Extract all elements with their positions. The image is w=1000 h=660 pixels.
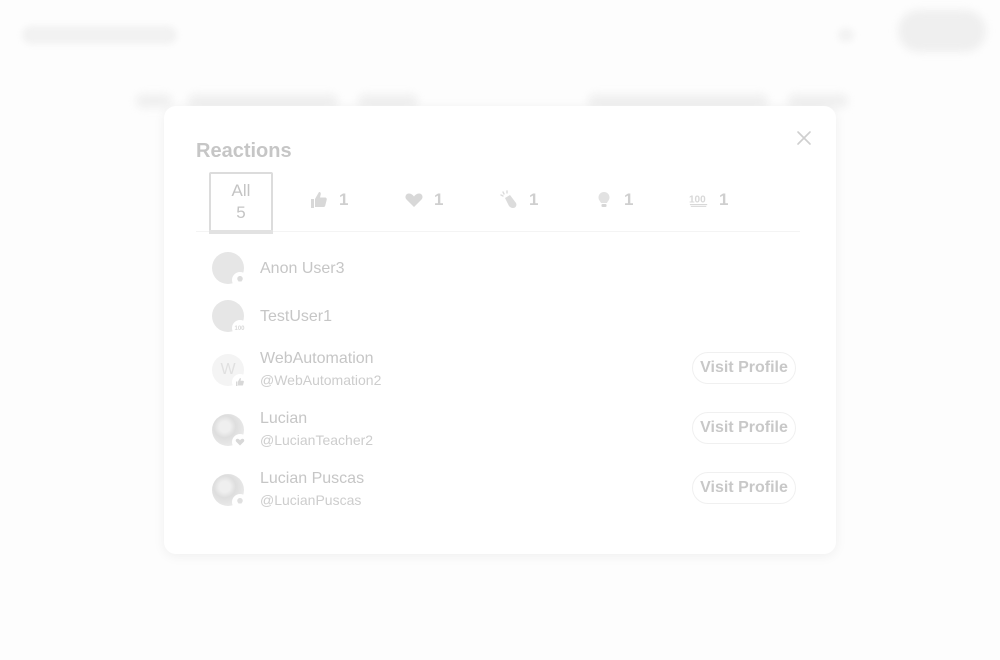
user-handle: @LucianTeacher2 (260, 432, 374, 448)
tab-all-label: All (231, 181, 251, 200)
reactions-modal: Reactions All 5 1 1 1 1 100 1 Anon User3… (164, 106, 836, 554)
user-name[interactable]: TestUser1 (260, 308, 332, 326)
tab-clapping-count: 1 (529, 190, 539, 209)
svg-text:100: 100 (235, 326, 246, 332)
list-item: Lucian @LucianTeacher2 Visit Profile (210, 410, 800, 454)
tab-lightbulb-count: 1 (624, 190, 634, 209)
tab-thumbs-up-count: 1 (339, 190, 349, 209)
user-name[interactable]: Anon User3 (260, 260, 345, 278)
heart-icon (232, 434, 248, 450)
user-handle: @LucianPuscas (260, 492, 362, 508)
visit-profile-button[interactable]: Visit Profile (692, 472, 796, 504)
close-icon (797, 131, 811, 145)
hundred-points-icon: 100 (689, 190, 709, 210)
hundred-points-icon: 100 (232, 320, 248, 336)
avatar[interactable]: W (212, 354, 248, 390)
avatar[interactable]: 100 (212, 300, 248, 336)
background-logo (22, 26, 177, 44)
user-name[interactable]: Lucian Puscas (260, 470, 364, 488)
user-name[interactable]: WebAutomation (260, 350, 374, 368)
heart-icon (404, 190, 424, 210)
avatar[interactable] (212, 474, 248, 510)
tab-heart-count: 1 (434, 190, 444, 209)
user-name[interactable]: Lucian (260, 410, 307, 428)
avatar[interactable] (212, 414, 248, 450)
thumbs-up-icon (232, 374, 248, 390)
user-handle: @WebAutomation2 (260, 372, 382, 388)
tab-clapping[interactable]: 1 (499, 170, 538, 230)
lightbulb-icon (232, 494, 248, 510)
tab-hundred-count: 1 (719, 190, 729, 209)
list-item: Anon User3 (210, 248, 800, 292)
visit-profile-button[interactable]: Visit Profile (692, 352, 796, 384)
background-button (898, 10, 986, 52)
clapping-hands-icon (499, 190, 519, 210)
list-item: Lucian Puscas @LucianPuscas Visit Profil… (210, 470, 800, 514)
reaction-tabs: All 5 1 1 1 1 100 1 (196, 170, 800, 234)
tab-heart[interactable]: 1 (404, 170, 443, 230)
list-item: W WebAutomation @WebAutomation2 Visit Pr… (210, 350, 800, 394)
thumbs-up-icon (309, 190, 329, 210)
lightbulb-icon (594, 190, 614, 210)
tab-all-count: 5 (236, 203, 246, 222)
visit-profile-button[interactable]: Visit Profile (692, 412, 796, 444)
close-button[interactable] (794, 128, 814, 148)
tab-thumbs-up[interactable]: 1 (309, 170, 348, 230)
tab-hundred[interactable]: 100 1 (689, 170, 728, 230)
background-header (0, 0, 1000, 70)
modal-title: Reactions (196, 140, 292, 162)
avatar[interactable] (212, 252, 248, 288)
tab-lightbulb[interactable]: 1 (594, 170, 633, 230)
list-item: 100 TestUser1 (210, 296, 800, 340)
background-icon (838, 28, 854, 42)
tab-all[interactable]: All 5 (209, 172, 273, 234)
lightbulb-icon (232, 272, 248, 288)
